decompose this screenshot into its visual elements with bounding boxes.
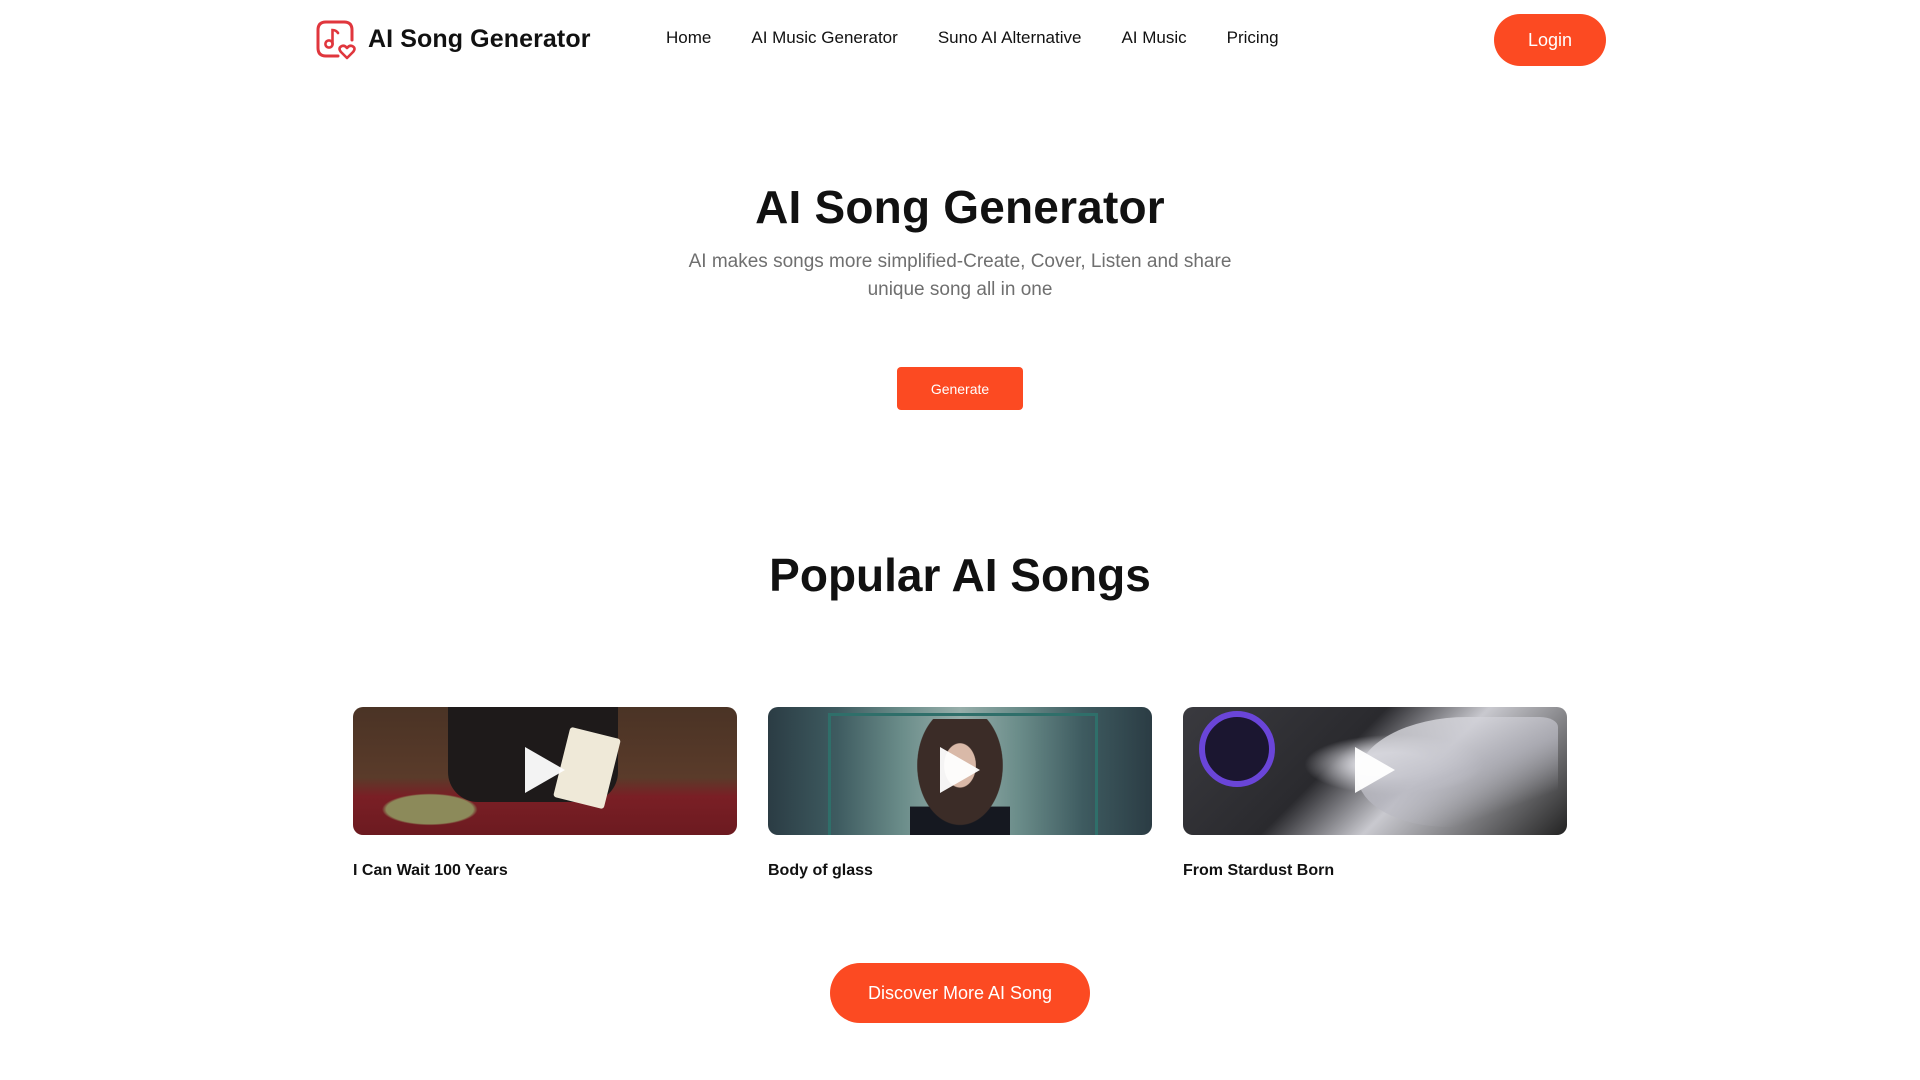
- play-icon[interactable]: [1355, 747, 1395, 793]
- nav-home[interactable]: Home: [666, 28, 711, 48]
- nav-ai-music[interactable]: AI Music: [1121, 28, 1186, 48]
- site-header: AI Song Generator Home AI Music Generato…: [0, 0, 1920, 80]
- nav-ai-music-generator[interactable]: AI Music Generator: [751, 28, 897, 48]
- song-card[interactable]: From Stardust Born: [1183, 707, 1567, 880]
- song-thumbnail[interactable]: [768, 707, 1152, 835]
- song-title[interactable]: I Can Wait 100 Years: [353, 862, 737, 880]
- song-card[interactable]: I Can Wait 100 Years: [353, 707, 737, 880]
- discover-more-button[interactable]: Discover More AI Song: [830, 963, 1090, 1023]
- login-button[interactable]: Login: [1494, 14, 1606, 66]
- song-thumbnail[interactable]: [353, 707, 737, 835]
- generate-button[interactable]: Generate: [897, 367, 1023, 410]
- nav-pricing[interactable]: Pricing: [1227, 28, 1279, 48]
- main-nav: Home AI Music Generator Suno AI Alternat…: [666, 28, 1279, 48]
- song-card[interactable]: Body of glass: [768, 707, 1152, 880]
- logo-link[interactable]: AI Song Generator: [314, 18, 591, 60]
- song-title[interactable]: Body of glass: [768, 862, 1152, 880]
- song-title[interactable]: From Stardust Born: [1183, 862, 1567, 880]
- song-thumbnail[interactable]: [1183, 707, 1567, 835]
- hero-subtitle: AI makes songs more simplified-Create, C…: [688, 251, 1232, 300]
- nav-suno-ai-alternative[interactable]: Suno AI Alternative: [938, 28, 1082, 48]
- popular-songs-title: Popular AI Songs: [769, 549, 1151, 601]
- music-note-heart-icon: [316, 20, 356, 60]
- play-icon[interactable]: [525, 747, 565, 793]
- brand-name: AI Song Generator: [368, 24, 591, 53]
- play-icon[interactable]: [940, 747, 980, 793]
- song-cards: I Can Wait 100 Years Body of glass From …: [353, 707, 1567, 880]
- hero-section: AI Song Generator AI makes songs more si…: [0, 180, 1920, 304]
- hero-title: AI Song Generator: [755, 181, 1165, 233]
